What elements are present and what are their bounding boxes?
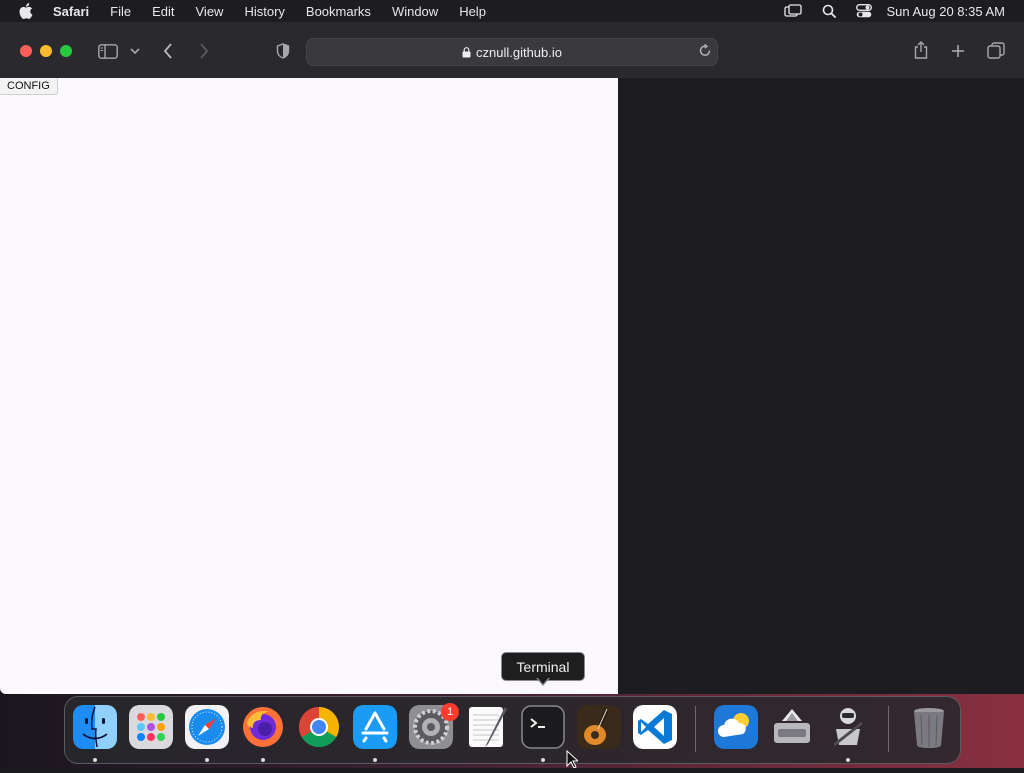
reload-icon[interactable] — [698, 44, 712, 58]
dark-background-pane — [618, 78, 1024, 694]
finder-running-dot — [93, 758, 97, 762]
menu-window[interactable]: Window — [392, 4, 438, 19]
address-bar[interactable]: cznull.github.io — [306, 38, 718, 66]
mouse-pointer-icon — [566, 749, 580, 773]
menu-view[interactable]: View — [196, 4, 224, 19]
app-store-icon[interactable] — [353, 705, 397, 749]
menu-edit[interactable]: Edit — [152, 4, 174, 19]
automator-icon[interactable] — [826, 705, 870, 749]
menubar: Safari File Edit View History Bookmarks … — [0, 0, 1024, 22]
minimize-window-button[interactable] — [40, 45, 52, 57]
automator-running-dot — [846, 758, 850, 762]
textedit-icon[interactable] — [465, 705, 509, 749]
close-window-button[interactable] — [20, 45, 32, 57]
dock-separator — [695, 706, 696, 752]
weather-icon[interactable] — [714, 705, 758, 749]
launchpad-icon[interactable] — [129, 705, 173, 749]
zoom-window-button[interactable] — [60, 45, 72, 57]
menu-file[interactable]: File — [110, 4, 131, 19]
lock-icon — [462, 46, 471, 58]
disk-utility-icon[interactable] — [770, 705, 814, 749]
menu-help[interactable]: Help — [459, 4, 486, 19]
menubar-clock[interactable]: Sun Aug 20 8:35 AM — [886, 4, 1005, 19]
spotlight-search-icon[interactable] — [822, 4, 837, 18]
menu-bookmarks[interactable]: Bookmarks — [306, 4, 371, 19]
sidebar-toggle-icon[interactable] — [97, 42, 119, 60]
firefox-running-dot — [261, 758, 265, 762]
new-tab-plus-icon[interactable] — [949, 42, 967, 60]
trash-icon[interactable] — [907, 705, 951, 749]
share-icon[interactable] — [912, 40, 930, 60]
tooltip-arrow — [536, 677, 550, 686]
terminal-icon[interactable] — [521, 705, 565, 749]
screen-mirroring-icon[interactable] — [784, 4, 803, 18]
chrome-icon[interactable] — [297, 705, 341, 749]
tab-overview-icon[interactable] — [986, 41, 1006, 61]
web-page-content[interactable] — [0, 78, 618, 694]
vscode-icon[interactable] — [633, 705, 677, 749]
app-store-running-dot — [373, 758, 377, 762]
safari-running-dot — [205, 758, 209, 762]
firefox-icon[interactable] — [241, 705, 285, 749]
notification-badge: 1 — [441, 703, 459, 721]
terminal-running-dot — [541, 758, 545, 762]
menu-app-name[interactable]: Safari — [53, 4, 89, 19]
control-center-icon[interactable] — [856, 4, 873, 18]
dock-separator-trash — [888, 706, 889, 752]
url-text: cznull.github.io — [476, 44, 562, 60]
privacy-shield-icon[interactable] — [274, 42, 292, 60]
garageband-icon[interactable] — [577, 705, 621, 749]
apple-menu-icon[interactable] — [19, 3, 35, 19]
config-button[interactable]: CONFIG — [0, 78, 58, 95]
safari-icon[interactable] — [185, 705, 229, 749]
chevron-down-icon[interactable] — [129, 45, 141, 57]
back-arrow-icon[interactable] — [160, 42, 176, 60]
forward-arrow-icon[interactable] — [196, 42, 212, 60]
finder-icon[interactable] — [73, 705, 117, 749]
menu-history[interactable]: History — [244, 4, 284, 19]
